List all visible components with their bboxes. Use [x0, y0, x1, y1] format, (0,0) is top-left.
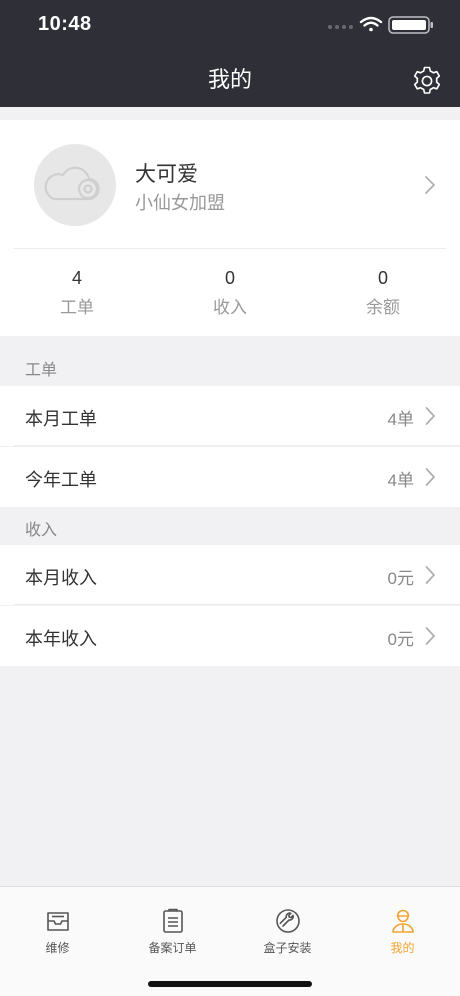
gear-icon[interactable]: [411, 65, 443, 97]
page-title: 我的: [207, 67, 252, 92]
row-value: 4单: [387, 471, 414, 490]
stat-work-orders[interactable]: 4 工单: [7, 268, 147, 318]
stat-label: 收入: [213, 298, 247, 317]
home-indicator: [148, 981, 312, 987]
chevron-right-icon: [425, 566, 435, 584]
tab-label: 维修: [45, 941, 70, 955]
profile-name: 大可爱: [135, 163, 198, 186]
divider: [14, 445, 460, 446]
row-value: 4单: [387, 410, 414, 429]
avatar[interactable]: [34, 144, 116, 226]
stat-value: 0: [224, 268, 235, 288]
row-title: 本月收入: [25, 568, 97, 588]
avatar-placeholder-icon: [44, 166, 100, 201]
row-year-work-orders[interactable]: 今年工单 4单: [0, 447, 460, 507]
section-label-income: 收入: [25, 522, 58, 539]
chevron-right-icon[interactable]: [423, 175, 437, 195]
status-time: 10:48: [38, 13, 92, 35]
signal-icon: [328, 25, 353, 29]
row-title: 本年收入: [25, 629, 97, 649]
tab-mine[interactable]: 我的: [345, 887, 460, 967]
chevron-right-icon: [425, 627, 435, 645]
row-value: 0元: [387, 569, 414, 588]
row-year-income[interactable]: 本年收入 0元: [0, 606, 460, 666]
top-bar: 10:48 我的: [0, 0, 460, 107]
battery-icon: [388, 16, 433, 34]
divider: [14, 248, 446, 249]
tab-box-install[interactable]: 盒子安装: [230, 887, 345, 967]
row-month-income[interactable]: 本月收入 0元: [0, 545, 460, 605]
stat-income[interactable]: 0 收入: [160, 268, 300, 318]
section-label-work-orders: 工单: [25, 362, 58, 379]
wrench-icon: [276, 909, 300, 933]
tab-label: 盒子安装: [263, 941, 312, 955]
tab-bar: 维修 备案订单 盒子安装 我的: [0, 886, 460, 996]
tab-filing-orders[interactable]: 备案订单: [115, 887, 230, 967]
row-value: 0元: [387, 630, 414, 649]
chevron-right-icon: [425, 468, 435, 486]
row-title: 本月工单: [25, 409, 97, 429]
profile-card: 大可爱 小仙女加盟 4 工单 0 收入 0 余额: [0, 120, 460, 336]
inbox-icon: [47, 912, 69, 931]
stat-label: 余额: [366, 298, 400, 317]
clipboard-icon: [163, 908, 183, 933]
tab-label: 备案订单: [148, 941, 197, 955]
tab-repair[interactable]: 维修: [0, 887, 115, 967]
status-icons: [328, 16, 433, 34]
stat-value: 0: [377, 268, 388, 288]
profile-subtitle: 小仙女加盟: [135, 193, 225, 213]
stat-value: 4: [71, 268, 82, 288]
divider: [14, 604, 460, 605]
row-title: 今年工单: [25, 470, 97, 490]
wifi-icon: [359, 16, 383, 32]
chevron-right-icon: [425, 407, 435, 425]
stat-balance[interactable]: 0 余额: [313, 268, 453, 318]
tab-label: 我的: [390, 941, 415, 955]
stat-label: 工单: [60, 298, 94, 317]
row-month-work-orders[interactable]: 本月工单 4单: [0, 386, 460, 446]
person-icon: [392, 909, 414, 933]
